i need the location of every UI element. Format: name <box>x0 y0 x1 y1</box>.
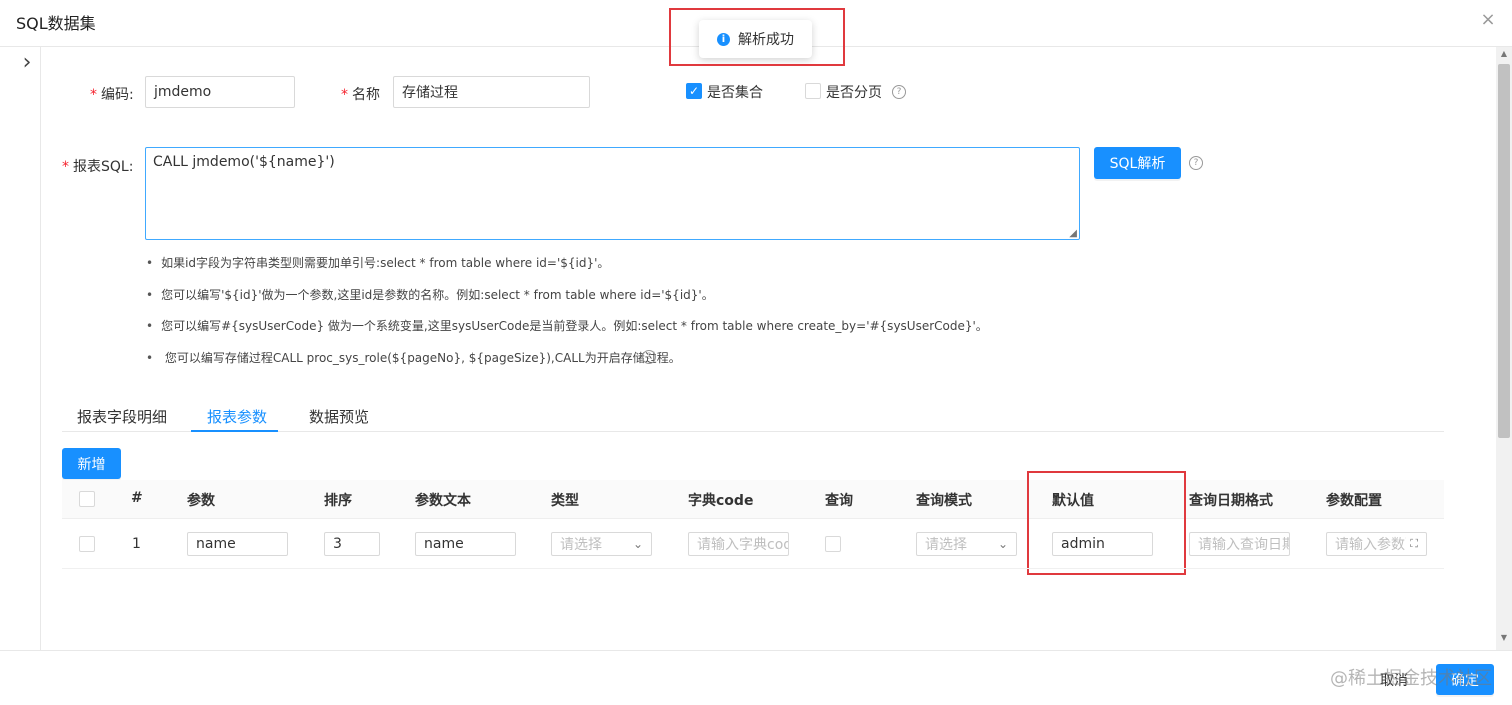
sql-label: * 报表SQL: <box>62 159 134 175</box>
add-param-button[interactable]: 新增 <box>62 448 121 479</box>
modal-title: SQL数据集 <box>16 14 96 33</box>
col-header: 参数配置 <box>1326 493 1382 509</box>
default-value-highlight-box <box>1027 471 1186 575</box>
col-header: 参数文本 <box>415 493 471 509</box>
col-header: 类型 <box>551 493 579 509</box>
name-input[interactable]: 存储过程 <box>393 76 590 108</box>
chevron-down-icon: ⌄ <box>632 537 643 551</box>
is-paged-label: 是否分页 <box>826 85 882 101</box>
param-text-input[interactable]: name <box>415 532 516 556</box>
tab-field-details[interactable]: 报表字段明细 <box>77 406 167 427</box>
type-select[interactable]: 请选择 ⌄ <box>551 532 652 556</box>
col-header: # <box>131 490 143 506</box>
code-input[interactable]: jmdemo <box>145 76 295 108</box>
name-label: * 名称 <box>341 87 380 103</box>
tab-data-preview[interactable]: 数据预览 <box>309 406 369 427</box>
col-header: 字典code <box>688 493 754 509</box>
col-header: 参数 <box>187 493 215 509</box>
chevron-right-icon[interactable]: › <box>14 50 40 76</box>
scroll-up-icon[interactable]: ▲ <box>1498 48 1510 60</box>
sql-parse-button[interactable]: SQL解析 <box>1094 147 1181 179</box>
tip-item: 您可以编写存储过程CALL proc_sys_role(${pageNo}, $… <box>146 349 681 366</box>
tip-item: 您可以编写'${id}'做为一个参数,这里id是参数的名称。例如:select … <box>146 286 714 303</box>
is-paged-checkbox[interactable] <box>805 83 821 99</box>
tip-help-icon[interactable]: ? <box>642 350 656 364</box>
param-input[interactable]: name <box>187 532 288 556</box>
code-label: * 编码: <box>90 87 134 103</box>
row-checkbox[interactable] <box>79 536 95 552</box>
date-format-input[interactable]: 请输入查询日期格式 <box>1189 532 1290 556</box>
chevron-down-icon: ⌄ <box>997 537 1008 551</box>
watermark: @稀土掘金技术社区 <box>1330 668 1492 689</box>
sql-help-icon[interactable]: ? <box>1189 156 1203 170</box>
tab-report-params[interactable]: 报表参数 <box>207 406 267 427</box>
col-header: 排序 <box>324 493 352 509</box>
select-all-checkbox[interactable] <box>79 491 95 507</box>
sql-textarea[interactable]: CALL jmdemo('${name}') ◢ <box>145 147 1080 240</box>
scrollbar-thumb[interactable] <box>1498 64 1510 438</box>
left-rail-divider <box>40 47 41 650</box>
resize-handle-icon[interactable]: ◢ <box>1069 228 1077 239</box>
col-header: 查询日期格式 <box>1189 493 1273 509</box>
tip-item: 如果id字段为字符串类型则需要加单引号:select * from table … <box>146 254 609 271</box>
tab-active-indicator <box>191 430 278 432</box>
dict-code-input[interactable]: 请输入字典code <box>688 532 789 556</box>
param-config-input[interactable]: 请输入参数配置 ⛶ <box>1326 532 1427 556</box>
is-collection-checkbox[interactable]: ✓ <box>686 83 702 99</box>
is-collection-label: 是否集合 <box>707 85 763 101</box>
close-icon[interactable]: × <box>1476 8 1500 32</box>
row-divider <box>62 568 1444 569</box>
query-mode-select[interactable]: 请选择 ⌄ <box>916 532 1017 556</box>
order-input[interactable]: 3 <box>324 532 380 556</box>
col-header: 查询 <box>825 493 853 509</box>
help-icon[interactable]: ? <box>892 85 906 99</box>
row-index: 1 <box>132 536 141 552</box>
expand-icon[interactable]: ⛶ <box>1410 537 1418 551</box>
col-header: 查询模式 <box>916 493 972 509</box>
tip-item: 您可以编写#{sysUserCode} 做为一个系统变量,这里sysUserCo… <box>146 317 988 334</box>
scroll-down-icon[interactable]: ▼ <box>1498 632 1510 644</box>
footer-divider <box>0 650 1512 651</box>
query-checkbox[interactable] <box>825 536 841 552</box>
toast-highlight-box <box>669 8 845 66</box>
